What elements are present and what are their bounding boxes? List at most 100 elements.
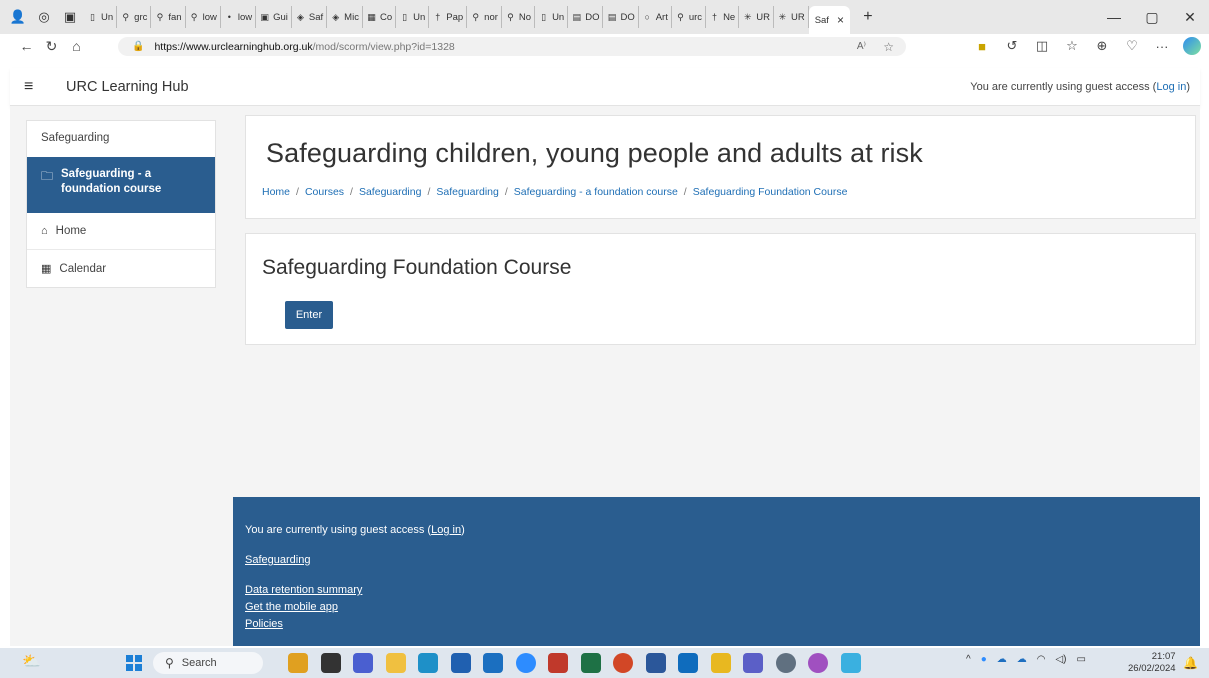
access-icon[interactable] [548,653,568,673]
close-window-button[interactable]: ✕ [1171,9,1209,26]
nav-item-home[interactable]: ⌂ Home [27,213,215,250]
browser-tab[interactable]: ▯ Un [396,6,430,28]
browser-tab[interactable]: ⚲ urc [672,6,707,28]
chat-icon[interactable] [353,653,373,673]
home-icon[interactable]: ⌂ [64,38,89,54]
onedrive-icon[interactable]: ☁ [1017,654,1027,665]
breadcrumb-item[interactable]: Safeguarding Foundation Course [693,186,848,198]
breadcrumb-item[interactable]: Home [262,186,290,198]
browser-tab[interactable]: ✳ UR [739,6,774,28]
browser-tab[interactable]: ▣ Gui [256,6,292,28]
chevron-up-icon[interactable]: ^ [966,654,971,665]
app-sl-icon[interactable] [808,653,828,673]
breadcrumb-item[interactable]: Safeguarding [359,186,421,198]
start-button[interactable] [126,655,142,671]
browser-tab[interactable]: ▤ DO [568,6,604,28]
url-field[interactable]: 🔒 https://www.urclearninghub.org.uk/mod/… [118,37,906,56]
settings-icon[interactable] [775,653,796,673]
moodle-icon: ◈ [332,11,340,22]
browser-tab[interactable]: ◈ Saf [292,6,328,28]
browser-tab[interactable]: ▯ Un [535,6,569,28]
sticky-notes-icon[interactable] [710,653,731,673]
notification-bell-icon[interactable]: 🔔 [1183,656,1198,670]
browser-tab[interactable]: ⚲ No [502,6,536,28]
footer-link-data-retention[interactable]: Data retention summary [245,584,362,596]
enter-button[interactable]: Enter [285,301,333,329]
browser-tab[interactable]: ○ Art [639,6,672,28]
read-aloud-icon[interactable]: A⁾ [857,41,866,52]
mail-icon[interactable] [483,653,503,673]
nav-heading[interactable]: Safeguarding [27,121,215,157]
menu-toggle-icon[interactable]: ≡ [24,78,46,96]
battery-icon[interactable]: ▭ [1077,654,1086,665]
split-screen-icon[interactable]: ◫ [1027,38,1057,54]
copilot-icon[interactable] [1183,37,1201,55]
teams-icon[interactable] [743,653,763,673]
lock-icon[interactable]: 🔒 [132,41,144,52]
footer-link-mobile-app[interactable]: Get the mobile app [245,601,338,613]
tab-label: Gui [273,11,288,23]
onedrive-icon[interactable]: ☁ [997,654,1007,665]
app-icon[interactable] [288,653,308,673]
breadcrumb-item[interactable]: Courses [305,186,344,198]
zoom-icon[interactable] [515,653,536,673]
weather-icon[interactable]: ⛅ [22,652,44,674]
outlook-icon[interactable] [678,653,698,673]
browser-tab[interactable]: ⚲ nor [467,6,502,28]
login-link[interactable]: Log in [1156,81,1186,93]
maximize-button[interactable]: ▢ [1133,9,1171,26]
footer-link-safeguarding[interactable]: Safeguarding [245,554,310,566]
nav-item-active-course[interactable]: 🗀 Safeguarding - a foundation course [27,157,215,213]
task-view-icon[interactable] [320,653,341,673]
tab-active[interactable]: Saf × [808,6,850,34]
file-explorer-icon[interactable] [385,653,406,673]
browser-tab[interactable]: • low [221,6,257,28]
footer-login-link[interactable]: Log in [431,524,461,536]
browser-tab[interactable]: ✳ UR [774,6,809,28]
tab-label: grc [134,11,148,23]
excel-icon[interactable] [580,653,601,673]
tray-app-icon[interactable]: ● [981,654,987,665]
close-tab-icon[interactable]: × [837,13,844,27]
taskbar-search[interactable]: ⚲ Search [153,652,263,674]
site-name[interactable]: URC Learning Hub [66,79,189,95]
word-icon[interactable] [645,653,666,673]
profile-icon[interactable]: 👤 [6,5,30,29]
app-icon[interactable] [840,653,861,673]
new-tab-button[interactable]: + [858,8,878,26]
powerpoint-icon[interactable] [613,653,633,673]
clock[interactable]: 21:07 26/02/2024 [1128,651,1176,675]
browser-tab[interactable]: † Ne [706,6,740,28]
performance-icon[interactable]: ♡ [1117,38,1147,54]
breadcrumb-item[interactable]: Safeguarding - a foundation course [514,186,678,198]
refresh-icon[interactable]: ↻ [39,38,64,55]
wifi-icon[interactable]: ◠ [1037,654,1046,665]
collections-icon[interactable]: ⊕ [1087,38,1117,54]
breadcrumb-separator: / [350,186,353,198]
nav-item-calendar[interactable]: ▦ Calendar [27,250,215,287]
tab-actions-icon[interactable]: ▣ [58,5,82,29]
extension-icon[interactable]: ■ [967,39,997,54]
minimize-button[interactable]: — [1095,9,1133,25]
browser-tab[interactable]: ▯ Un [84,6,118,28]
browser-tab[interactable]: ⚲ grc [117,6,152,28]
browser-tab[interactable]: ⚲ low [186,6,221,28]
favorites-icon[interactable]: ☆ [1057,38,1087,54]
edge-icon[interactable] [418,653,438,673]
footer-link-policies[interactable]: Policies [245,618,283,630]
browser-tab[interactable]: ▤ DO [603,6,639,28]
store-icon[interactable] [450,653,471,673]
volume-icon[interactable]: ◁) [1055,654,1066,665]
browser-tab[interactable]: ◈ Mic [327,6,363,28]
tab-label: nor [484,11,498,23]
refresh-extension-icon[interactable]: ↺ [997,38,1027,54]
tab-label: DO [585,11,600,23]
browser-tab[interactable]: ▦ Co [363,6,397,28]
browser-tab[interactable]: † Pap [429,6,468,28]
browser-tab[interactable]: ⚲ fan [151,6,186,28]
favorite-star-icon[interactable]: ☆ [883,40,894,54]
breadcrumb-item[interactable]: Safeguarding [436,186,498,198]
workspaces-icon[interactable]: ◎ [32,5,56,29]
more-icon[interactable]: ··· [1147,39,1177,54]
back-icon[interactable]: ← [14,38,39,54]
